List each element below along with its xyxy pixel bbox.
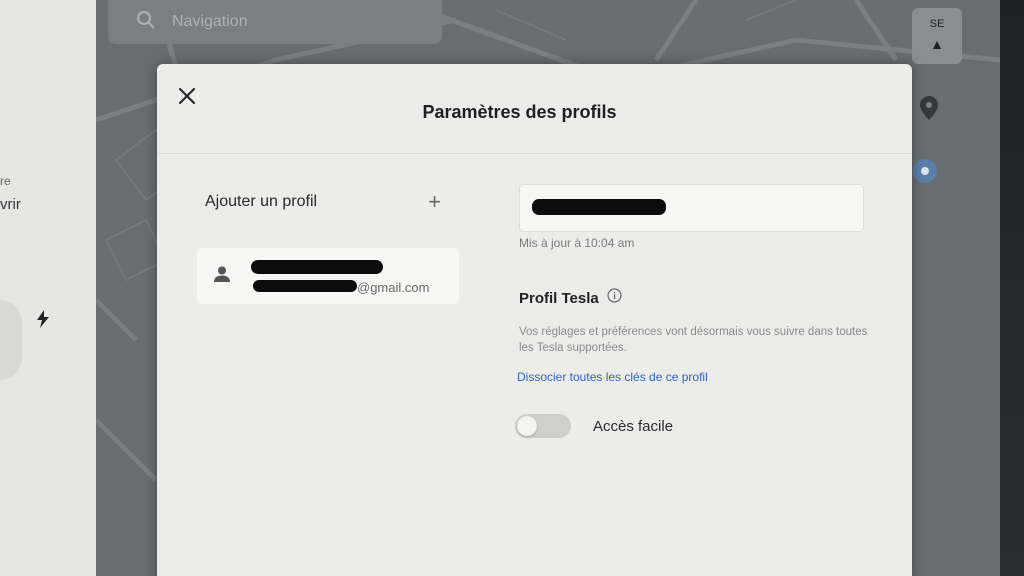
left-fragment-1: re: [0, 174, 11, 188]
navigation-search-bar[interactable]: Navigation: [108, 0, 442, 44]
car-image-fragment: [0, 300, 22, 380]
profile-list-item[interactable]: @gmail.com: [197, 248, 459, 304]
redacted-profile-name: [251, 260, 383, 274]
left-fragment-2: vrir: [0, 196, 21, 213]
left-panel: re vrir: [0, 0, 104, 576]
person-icon: [213, 265, 231, 288]
add-profile-button[interactable]: Ajouter un profil +: [205, 188, 441, 216]
compass-button[interactable]: SE ▲: [912, 8, 962, 64]
toggle-knob: [517, 416, 537, 436]
add-profile-label: Ajouter un profil: [205, 193, 318, 210]
profile-name-field[interactable]: [519, 184, 864, 232]
tesla-profile-description: Vos réglages et préférences vont désorma…: [519, 326, 868, 354]
profile-settings-modal: Paramètres des profils Ajouter un profil…: [157, 64, 912, 576]
modal-header: Paramètres des profils: [157, 64, 912, 154]
profile-email-suffix: @gmail.com: [357, 280, 430, 295]
screen-bezel: [1000, 0, 1024, 576]
easy-entry-label: Accès facile: [593, 417, 674, 435]
easy-entry-row: Accès facile: [515, 414, 673, 438]
tesla-profile-heading: Profil Tesla: [519, 288, 622, 308]
plus-icon: +: [428, 189, 441, 214]
info-icon[interactable]: [607, 288, 622, 308]
compass-arrow-icon: ▲: [930, 36, 944, 52]
redacted-profile-name-value: [532, 199, 666, 215]
updated-timestamp: Mis à jour à 10:04 am: [519, 236, 635, 250]
charging-bolt-icon: [36, 310, 50, 333]
easy-entry-toggle[interactable]: [515, 414, 571, 438]
tesla-profile-title: Profil Tesla: [519, 289, 599, 307]
map-pin-icon[interactable]: [920, 96, 938, 125]
redacted-email-user: [253, 280, 357, 292]
modal-title: Paramètres des profils: [422, 102, 617, 122]
unlink-keys-link[interactable]: Dissocier toutes les clés de ce profil: [517, 370, 708, 384]
navigation-placeholder: Navigation: [172, 13, 248, 30]
search-icon: [136, 10, 156, 35]
locate-icon[interactable]: [912, 158, 938, 189]
compass-heading: SE: [929, 18, 945, 30]
